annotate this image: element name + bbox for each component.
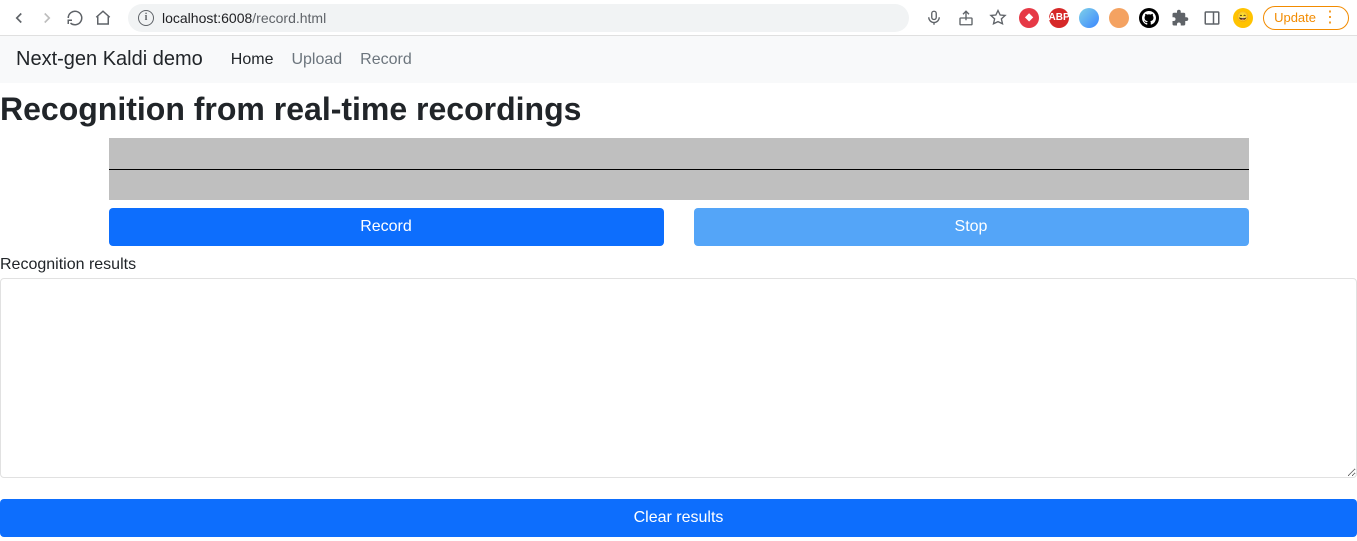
update-label: Update — [1274, 10, 1316, 25]
results-label: Recognition results — [0, 256, 1357, 274]
results-textarea[interactable] — [0, 278, 1357, 478]
toolbar-right: ◆ ABP 😄 Update ⋮ — [923, 6, 1349, 30]
address-bar[interactable]: i localhost:6008/record.html — [128, 4, 909, 32]
adblock-icon[interactable]: ABP — [1049, 8, 1069, 28]
menu-dots-icon: ⋮ — [1322, 10, 1338, 26]
site-info-icon[interactable]: i — [138, 10, 154, 26]
nav-link-upload[interactable]: Upload — [291, 51, 342, 69]
profile-avatar-icon[interactable]: 😄 — [1233, 8, 1253, 28]
page-title: Recognition from real-time recordings — [0, 83, 1357, 138]
extension-icon-3[interactable] — [1109, 8, 1129, 28]
clear-results-button[interactable]: Clear results — [0, 499, 1357, 537]
extension-icon-2[interactable] — [1079, 8, 1099, 28]
navbar-brand[interactable]: Next-gen Kaldi demo — [16, 48, 203, 71]
extensions-puzzle-icon[interactable] — [1169, 7, 1191, 29]
reload-button[interactable] — [64, 7, 86, 29]
microphone-icon[interactable] — [923, 7, 945, 29]
nav-link-record[interactable]: Record — [360, 51, 412, 69]
stop-button[interactable]: Stop — [694, 208, 1249, 246]
control-buttons: Record Stop — [109, 208, 1249, 246]
back-button[interactable] — [8, 7, 30, 29]
github-icon[interactable] — [1139, 8, 1159, 28]
record-button[interactable]: Record — [109, 208, 664, 246]
nav-link-home[interactable]: Home — [231, 51, 274, 69]
panel-icon[interactable] — [1201, 7, 1223, 29]
share-icon[interactable] — [955, 7, 977, 29]
forward-button[interactable] — [36, 7, 58, 29]
url-text: localhost:6008/record.html — [162, 10, 326, 26]
navbar: Next-gen Kaldi demo Home Upload Record — [0, 36, 1357, 83]
extension-icon-1[interactable]: ◆ — [1019, 8, 1039, 28]
bookmark-star-icon[interactable] — [987, 7, 1009, 29]
home-button[interactable] — [92, 7, 114, 29]
browser-toolbar: i localhost:6008/record.html ◆ ABP 😄 Upd… — [0, 0, 1357, 36]
waveform-display — [109, 138, 1249, 200]
waveform-baseline — [109, 169, 1249, 170]
update-button[interactable]: Update ⋮ — [1263, 6, 1349, 30]
